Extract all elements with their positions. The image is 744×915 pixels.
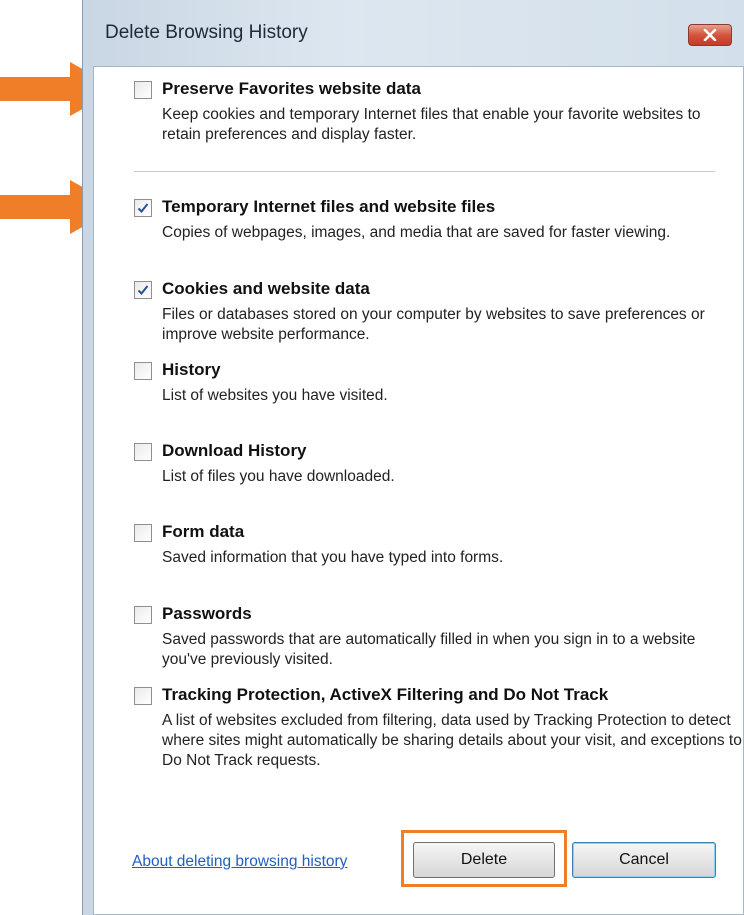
check-mark-icon	[137, 203, 149, 213]
checkbox[interactable]	[134, 443, 152, 461]
separator	[134, 171, 715, 172]
option-description: Saved information that you have typed in…	[162, 549, 504, 566]
checkbox-checked[interactable]	[134, 199, 152, 217]
checkbox-checked[interactable]	[134, 281, 152, 299]
option-label[interactable]: Download History	[162, 441, 307, 461]
option-description: Keep cookies and temporary Internet file…	[162, 106, 701, 143]
title-bar[interactable]: Delete Browsing History	[83, 0, 744, 72]
close-x-icon	[703, 29, 717, 41]
option-description: A list of websites excluded from filteri…	[162, 712, 742, 769]
option-description: Copies of webpages, images, and media th…	[162, 224, 671, 241]
check-mark-icon	[137, 285, 149, 295]
option-label[interactable]: Tracking Protection, ActiveX Filtering a…	[162, 685, 608, 705]
dialog-title: Delete Browsing History	[105, 22, 308, 43]
checkbox[interactable]	[134, 606, 152, 624]
checkbox[interactable]	[134, 687, 152, 705]
about-deleting-history-link[interactable]: About deleting browsing history	[132, 853, 347, 871]
option-label[interactable]: Cookies and website data	[162, 279, 370, 299]
delete-button-highlight	[401, 830, 567, 887]
option-label[interactable]: Form data	[162, 522, 244, 542]
option-label[interactable]: Passwords	[162, 604, 252, 624]
option-description: List of files you have downloaded.	[162, 468, 395, 485]
checkbox[interactable]	[134, 81, 152, 99]
checkbox[interactable]	[134, 362, 152, 380]
dialog-window: Delete Browsing History Preserve Favorit…	[82, 0, 744, 915]
option-label[interactable]: Temporary Internet files and website fil…	[162, 197, 495, 217]
option-label[interactable]: History	[162, 360, 221, 380]
checkbox[interactable]	[134, 524, 152, 542]
dialog-content: Preserve Favorites website data Keep coo…	[93, 66, 744, 915]
option-description: List of websites you have visited.	[162, 387, 388, 404]
option-description: Saved passwords that are automatically f…	[162, 631, 696, 668]
cancel-button[interactable]: Cancel	[572, 842, 716, 878]
option-label[interactable]: Preserve Favorites website data	[162, 79, 421, 99]
option-description: Files or databases stored on your comput…	[162, 306, 705, 343]
close-button[interactable]	[688, 24, 732, 46]
